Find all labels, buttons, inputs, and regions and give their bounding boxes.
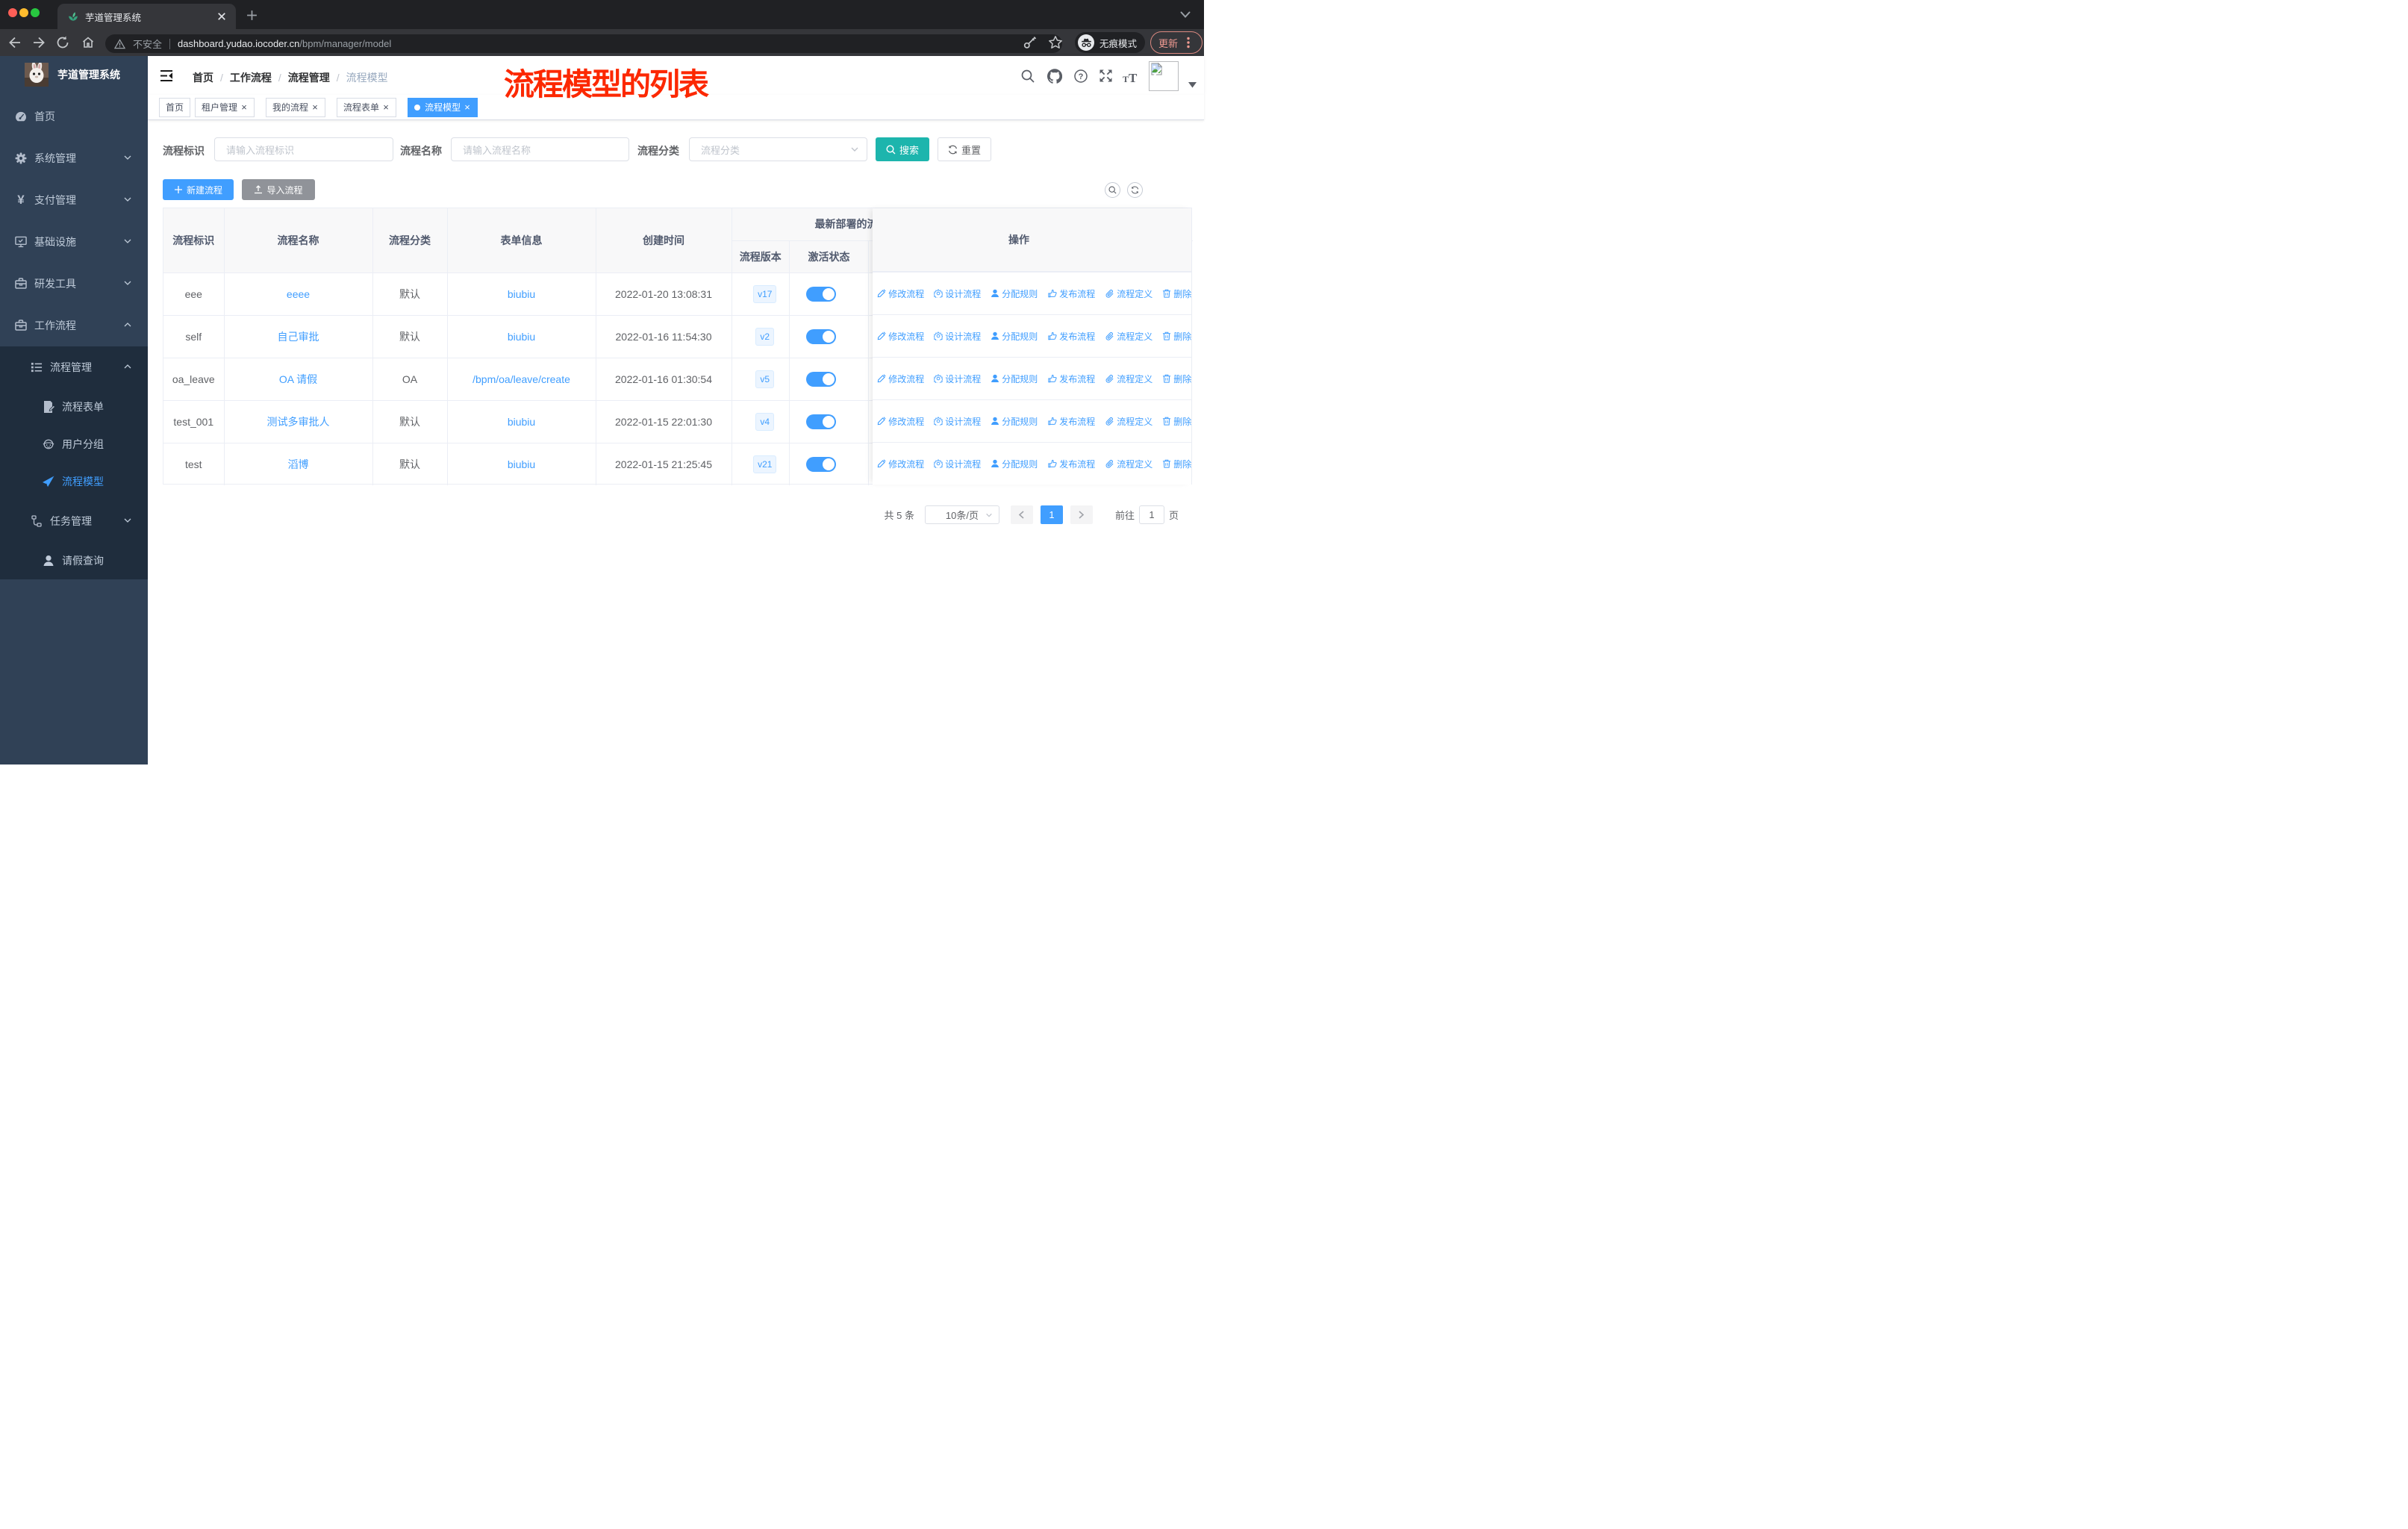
svg-text:?: ?	[1079, 72, 1084, 81]
